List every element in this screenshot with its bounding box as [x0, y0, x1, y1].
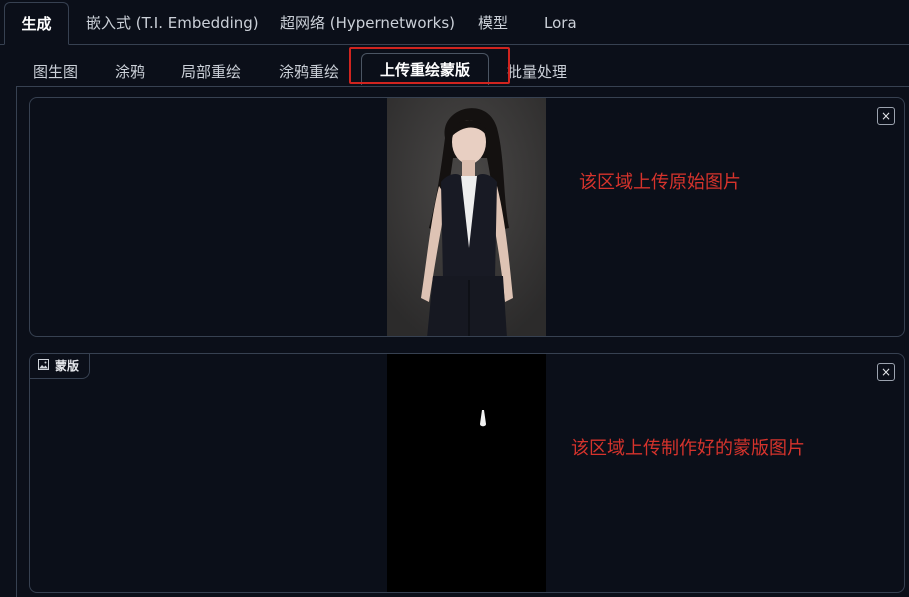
- app-root: 生成 嵌入式 (T.I. Embedding) 超网络 (Hypernetwor…: [0, 0, 909, 597]
- tab-sketch[interactable]: 涂鸦: [115, 56, 145, 88]
- clear-original-button[interactable]: ×: [877, 107, 895, 125]
- highlight-annotation-box: [349, 47, 510, 84]
- tab-batch[interactable]: 批量处理: [507, 56, 567, 88]
- tab-embedding[interactable]: 嵌入式 (T.I. Embedding): [86, 2, 259, 44]
- mask-image-preview: [387, 354, 546, 592]
- mask-label-chip: 蒙版: [30, 354, 91, 379]
- clear-mask-button[interactable]: ×: [877, 363, 895, 381]
- tab-inpaint[interactable]: 局部重绘: [181, 56, 241, 88]
- tab-lora[interactable]: Lora: [544, 2, 577, 44]
- original-image-preview: [387, 98, 546, 336]
- tab-generate[interactable]: 生成: [4, 2, 69, 45]
- original-image-upload[interactable]: ×: [29, 97, 905, 337]
- original-upload-annotation: 该区域上传原始图片: [579, 172, 741, 193]
- mask-upload-annotation: 该区域上传制作好的蒙版图片: [571, 438, 805, 459]
- image-icon: [38, 354, 49, 378]
- tab-inpaint-sketch[interactable]: 涂鸦重绘: [279, 56, 339, 88]
- top-tab-bar: 生成 嵌入式 (T.I. Embedding) 超网络 (Hypernetwor…: [0, 0, 909, 45]
- mask-image-upload[interactable]: 蒙版 ×: [29, 353, 905, 593]
- mask-label-text: 蒙版: [55, 359, 80, 373]
- tab-models[interactable]: 模型: [478, 2, 508, 44]
- tab-hypernetworks[interactable]: 超网络 (Hypernetworks): [280, 2, 455, 44]
- tab-img2img[interactable]: 图生图: [33, 56, 78, 88]
